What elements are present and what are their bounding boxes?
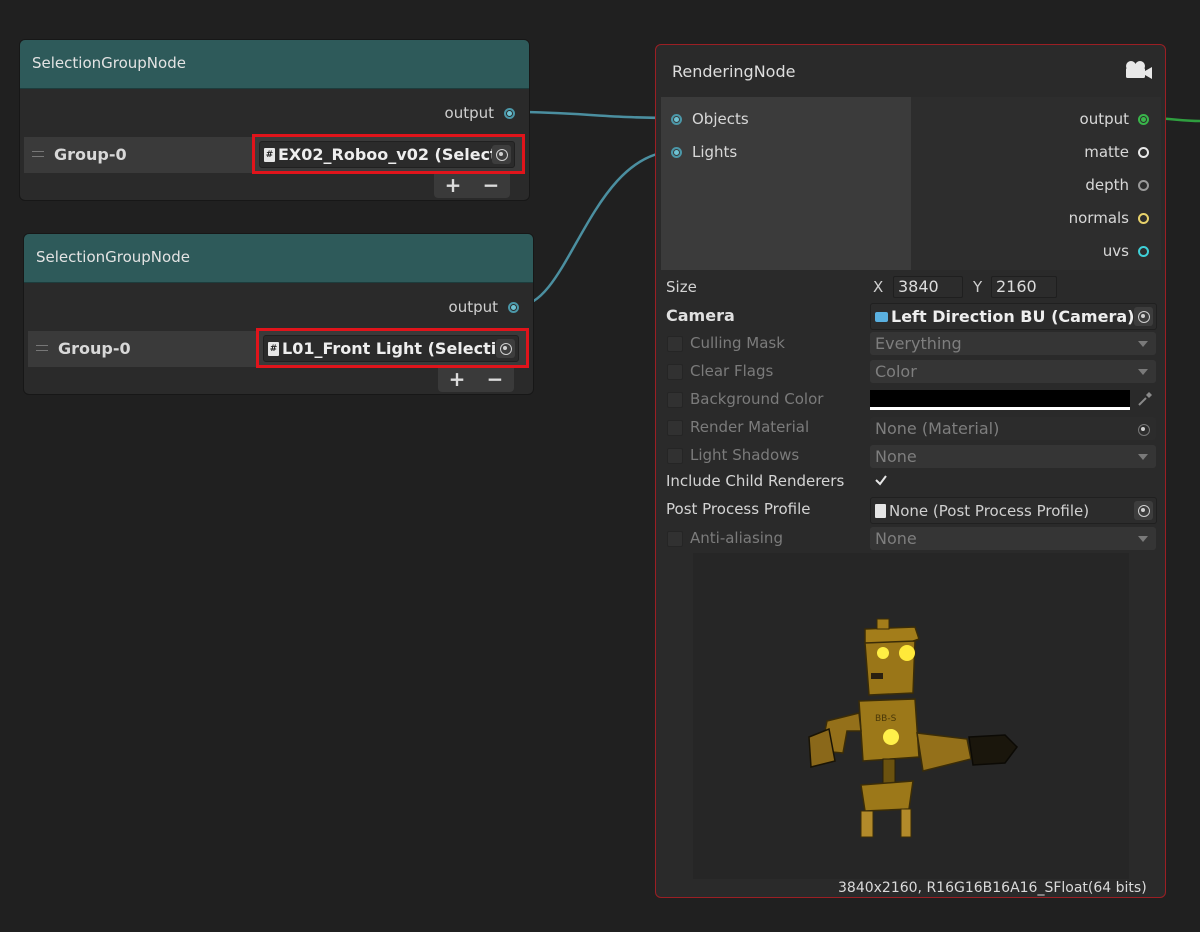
drag-handle-icon[interactable]: [36, 345, 48, 351]
input-port[interactable]: [671, 146, 682, 158]
group-label: Group-0: [58, 339, 131, 358]
light-shadows-label: Light Shadows: [690, 446, 800, 464]
output-ports-panel: output matte depth normals uvs: [911, 97, 1161, 270]
output-label: depth: [1085, 176, 1129, 194]
robot-chest-text: BB-S: [875, 714, 897, 724]
output-port[interactable]: [1138, 245, 1149, 257]
render-material-value: None (Material): [875, 419, 1000, 438]
output-port[interactable]: [1138, 146, 1149, 158]
input-port-lights[interactable]: Lights: [671, 143, 737, 161]
target-icon: [1137, 310, 1150, 323]
output-port-row: output: [449, 298, 519, 316]
highlight-box: [256, 328, 529, 368]
include-child-label: Include Child Renderers: [666, 472, 845, 490]
output-label: uvs: [1102, 242, 1129, 260]
input-label: Objects: [692, 110, 749, 128]
checkmark-icon: [875, 475, 887, 486]
file-icon: [875, 503, 886, 518]
light-shadows-checkbox[interactable]: [667, 448, 683, 464]
add-button[interactable]: +: [434, 174, 472, 198]
camera-field[interactable]: Left Direction BU (Camera): [870, 303, 1157, 330]
camera-label: Camera: [666, 306, 735, 325]
camera-icon: [1126, 61, 1152, 79]
render-material-checkbox[interactable]: [667, 420, 683, 436]
y-label: Y: [973, 278, 983, 296]
height-input[interactable]: 2160: [991, 276, 1057, 298]
node-header[interactable]: SelectionGroupNode: [24, 234, 533, 283]
output-port-row: output: [445, 104, 515, 122]
target-icon: [1137, 423, 1150, 436]
selection-group-node-1[interactable]: SelectionGroupNode output Group-0 # EX02…: [19, 39, 530, 201]
eyedropper-icon[interactable]: [1136, 390, 1154, 408]
input-port[interactable]: [671, 113, 682, 125]
background-color-checkbox[interactable]: [667, 392, 683, 408]
post-process-field[interactable]: None (Post Process Profile): [870, 497, 1157, 524]
render-preview: BB-S: [693, 553, 1129, 879]
input-label: Lights: [692, 143, 738, 161]
output-port[interactable]: [508, 301, 519, 313]
node-header[interactable]: SelectionGroupNode: [20, 40, 529, 89]
selection-group-node-2[interactable]: SelectionGroupNode output Group-0 # L01_…: [23, 233, 534, 395]
output-port-matte[interactable]: matte: [1084, 143, 1149, 161]
output-port[interactable]: [1138, 179, 1149, 191]
group-label: Group-0: [54, 145, 127, 164]
include-child-checkbox[interactable]: [873, 472, 889, 488]
post-process-picker[interactable]: [1134, 501, 1153, 520]
remove-button[interactable]: −: [476, 368, 514, 392]
post-process-label: Post Process Profile: [666, 500, 811, 518]
post-process-value: None (Post Process Profile): [889, 501, 1090, 520]
highlight-box: [252, 134, 525, 174]
input-port-objects[interactable]: Objects: [671, 110, 749, 128]
background-color-swatch[interactable]: [870, 390, 1130, 410]
size-label: Size: [666, 278, 697, 296]
render-material-label: Render Material: [690, 418, 810, 436]
anti-aliasing-label: Anti-aliasing: [690, 529, 783, 547]
clear-flags-label: Clear Flags: [690, 362, 774, 380]
node-title: RenderingNode: [672, 62, 796, 81]
x-label: X: [873, 278, 884, 296]
output-label: normals: [1068, 209, 1129, 227]
output-label: matte: [1084, 143, 1129, 161]
camera-field-value: Left Direction BU (Camera): [891, 307, 1135, 326]
background-color-label: Background Color: [690, 390, 824, 408]
output-label: output: [444, 104, 494, 122]
width-input[interactable]: 3840: [893, 276, 963, 298]
output-port-uvs[interactable]: uvs: [1103, 242, 1149, 260]
remove-button[interactable]: −: [472, 174, 510, 198]
preview-info-text: 3840x2160, R16G16B16A16_SFloat(64 bits): [838, 880, 1147, 896]
culling-mask-label: Culling Mask: [690, 334, 785, 352]
output-port-depth[interactable]: depth: [1085, 176, 1149, 194]
add-button[interactable]: +: [438, 368, 476, 392]
output-port-output[interactable]: output: [1080, 110, 1149, 128]
render-material-field[interactable]: None (Material): [870, 417, 1156, 440]
culling-mask-dropdown[interactable]: Everything: [870, 332, 1156, 355]
target-icon: [1137, 504, 1150, 517]
camera-picker-button[interactable]: [1134, 307, 1153, 326]
output-label: output: [1079, 110, 1129, 128]
add-remove-buttons: + −: [434, 174, 510, 198]
output-port[interactable]: [504, 107, 515, 119]
node-title: SelectionGroupNode: [36, 248, 190, 266]
output-port[interactable]: [1138, 212, 1149, 224]
output-port-normals[interactable]: normals: [1069, 209, 1149, 227]
anti-aliasing-checkbox[interactable]: [667, 531, 683, 547]
node-title: SelectionGroupNode: [32, 54, 186, 72]
add-remove-buttons: + −: [438, 368, 514, 392]
light-shadows-dropdown[interactable]: None: [870, 445, 1156, 468]
camera-small-icon: [875, 311, 888, 322]
culling-mask-checkbox[interactable]: [667, 336, 683, 352]
output-label: output: [448, 298, 498, 316]
anti-aliasing-dropdown[interactable]: None: [870, 527, 1156, 550]
render-material-picker[interactable]: [1134, 420, 1153, 439]
clear-flags-checkbox[interactable]: [667, 364, 683, 380]
robot-preview-image: BB-S: [808, 618, 1018, 838]
input-ports-panel: Objects Lights: [661, 97, 911, 270]
output-port[interactable]: [1138, 113, 1149, 125]
rendering-node[interactable]: RenderingNode Objects Lights output matt…: [655, 44, 1166, 898]
drag-handle-icon[interactable]: [32, 151, 44, 157]
clear-flags-dropdown[interactable]: Color: [870, 360, 1156, 383]
